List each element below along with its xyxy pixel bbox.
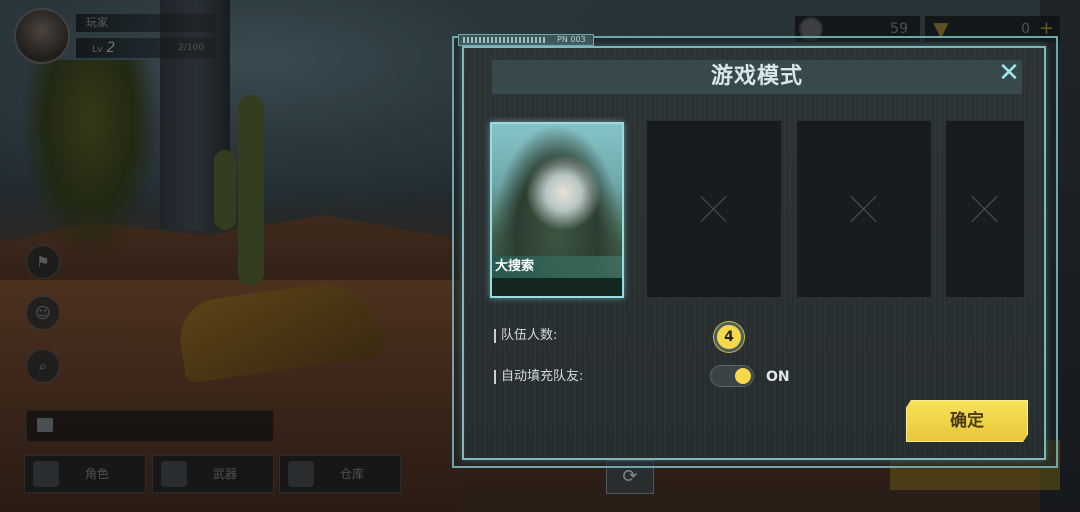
autofill-toggle[interactable] xyxy=(710,365,754,387)
mode-card-big-search[interactable]: 大搜索 xyxy=(490,122,624,298)
dialog-titlebar: 游戏模式 xyxy=(492,60,1022,94)
team-size-selector[interactable]: 4 xyxy=(714,322,744,352)
locked-x-icon xyxy=(700,195,728,223)
mode-card-locked[interactable] xyxy=(796,120,932,298)
confirm-button[interactable]: 确定 xyxy=(906,400,1028,442)
game-mode-dialog: 游戏模式 ✕ 大搜索 队伍人数: 4 自动填充队友: ON 确定 xyxy=(462,46,1046,460)
mode-card-locked[interactable] xyxy=(646,120,782,298)
modal-tag-label: PN 003 xyxy=(557,35,586,44)
autofill-state: ON xyxy=(766,369,790,385)
toggle-knob xyxy=(735,368,751,384)
modal-tag: PN 003 xyxy=(458,34,594,46)
mode-card-footer xyxy=(492,278,622,296)
mode-card-label: 大搜索 xyxy=(492,256,622,278)
mode-list: 大搜索 xyxy=(488,120,1028,300)
close-icon[interactable]: ✕ xyxy=(996,60,1022,86)
team-size-label: 队伍人数: xyxy=(494,329,557,343)
locked-x-icon xyxy=(971,195,999,223)
autofill-label: 自动填充队友: xyxy=(494,370,583,384)
modal-tag-stripes xyxy=(463,37,547,43)
locked-x-icon xyxy=(850,195,878,223)
dialog-title: 游戏模式 xyxy=(710,64,803,89)
mode-card-locked[interactable] xyxy=(945,120,1025,298)
